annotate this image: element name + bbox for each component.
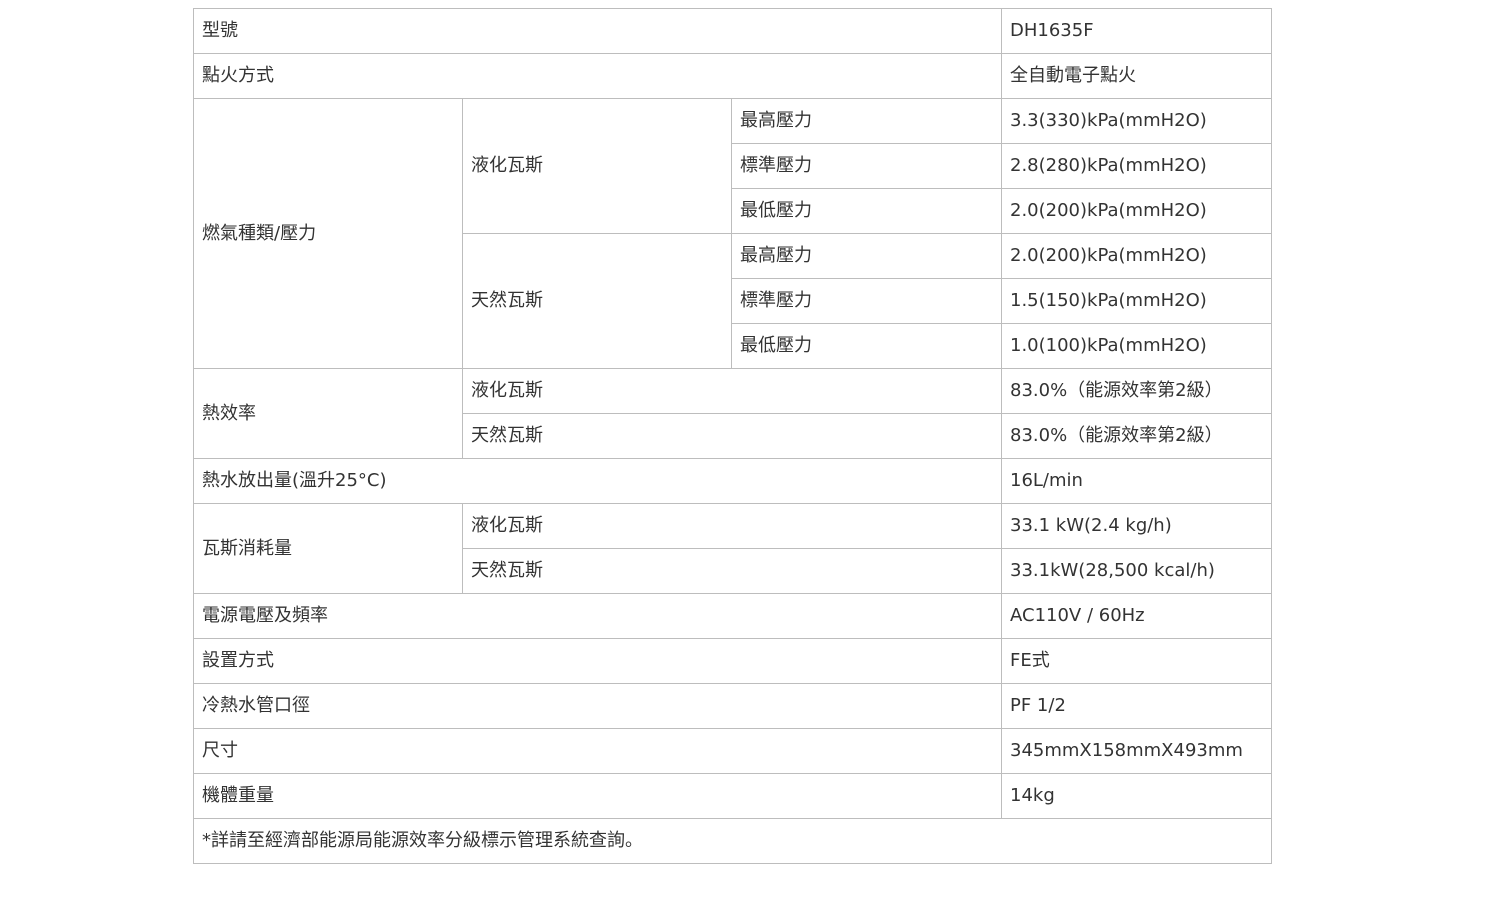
- ng-max-pressure-label: 最高壓力: [731, 233, 1002, 279]
- ng-min-pressure-value: 1.0(100)kPa(mmH2O): [1001, 323, 1272, 369]
- gas-pressure-label: 燃氣種類/壓力: [193, 98, 463, 369]
- table-row-dimensions: 尺寸 345mmX158mmX493mm: [193, 728, 1272, 774]
- lpg-max-pressure-label: 最高壓力: [731, 98, 1002, 144]
- table-row-note: *詳請至經濟部能源局能源效率分級標示管理系統查詢。: [193, 818, 1272, 864]
- installation-label: 設置方式: [193, 638, 1002, 684]
- ng-group-label: 天然瓦斯: [462, 233, 732, 369]
- gas-consumption-label: 瓦斯消耗量: [193, 503, 463, 594]
- gas-consumption-ng-value: 33.1kW(28,500 kcal/h): [1001, 548, 1272, 594]
- pipe-diameter-label: 冷熱水管口徑: [193, 683, 1002, 729]
- thermal-efficiency-label: 熱效率: [193, 368, 463, 459]
- power-label: 電源電壓及頻率: [193, 593, 1002, 639]
- installation-value: FE式: [1001, 638, 1272, 684]
- lpg-min-pressure-label: 最低壓力: [731, 188, 1002, 234]
- spec-table: 型號 DH1635F 點火方式 全自動電子點火 燃氣種類/壓力 液化瓦斯 最高壓…: [193, 8, 1272, 864]
- table-row-pipe-diameter: 冷熱水管口徑 PF 1/2: [193, 683, 1272, 729]
- power-value: AC110V / 60Hz: [1001, 593, 1272, 639]
- table-row-thermal-efficiency: 熱效率 液化瓦斯 83.0%（能源效率第2級）: [193, 368, 1272, 459]
- lpg-group-label: 液化瓦斯: [462, 98, 732, 234]
- weight-value: 14kg: [1001, 773, 1272, 819]
- lpg-std-pressure-label: 標準壓力: [731, 143, 1002, 189]
- model-label: 型號: [193, 8, 1002, 54]
- ng-std-pressure-label: 標準壓力: [731, 278, 1002, 324]
- table-row-power: 電源電壓及頻率 AC110V / 60Hz: [193, 593, 1272, 639]
- lpg-min-pressure-value: 2.0(200)kPa(mmH2O): [1001, 188, 1272, 234]
- table-row-gas-pressure: 燃氣種類/壓力 液化瓦斯 最高壓力 3.3(330)kPa(mmH2O): [193, 98, 1272, 369]
- table-row-installation: 設置方式 FE式: [193, 638, 1272, 684]
- thermal-efficiency-lpg-value: 83.0%（能源效率第2級）: [1001, 368, 1272, 414]
- ignition-value: 全自動電子點火: [1001, 53, 1272, 99]
- thermal-efficiency-ng-label: 天然瓦斯: [462, 413, 1002, 459]
- weight-label: 機體重量: [193, 773, 1002, 819]
- hot-water-output-label: 熱水放出量(溫升25°C): [193, 458, 1002, 504]
- table-row-weight: 機體重量 14kg: [193, 773, 1272, 819]
- hot-water-output-value: 16L/min: [1001, 458, 1272, 504]
- ng-max-pressure-value: 2.0(200)kPa(mmH2O): [1001, 233, 1272, 279]
- gas-consumption-ng-label: 天然瓦斯: [462, 548, 1002, 594]
- dimensions-label: 尺寸: [193, 728, 1002, 774]
- gas-consumption-lpg-value: 33.1 kW(2.4 kg/h): [1001, 503, 1272, 549]
- ng-std-pressure-value: 1.5(150)kPa(mmH2O): [1001, 278, 1272, 324]
- thermal-efficiency-ng-value: 83.0%（能源效率第2級）: [1001, 413, 1272, 459]
- ignition-label: 點火方式: [193, 53, 1002, 99]
- table-row-model: 型號 DH1635F: [193, 8, 1272, 54]
- footnote: *詳請至經濟部能源局能源效率分級標示管理系統查詢。: [193, 818, 1272, 864]
- table-row-gas-consumption: 瓦斯消耗量 液化瓦斯 33.1 kW(2.4 kg/h): [193, 503, 1272, 594]
- thermal-efficiency-lpg-label: 液化瓦斯: [462, 368, 1002, 414]
- dimensions-value: 345mmX158mmX493mm: [1001, 728, 1272, 774]
- lpg-max-pressure-value: 3.3(330)kPa(mmH2O): [1001, 98, 1272, 144]
- ng-min-pressure-label: 最低壓力: [731, 323, 1002, 369]
- lpg-std-pressure-value: 2.8(280)kPa(mmH2O): [1001, 143, 1272, 189]
- table-row-ignition: 點火方式 全自動電子點火: [193, 53, 1272, 99]
- gas-consumption-lpg-label: 液化瓦斯: [462, 503, 1002, 549]
- model-value: DH1635F: [1001, 8, 1272, 54]
- table-row-hot-water-output: 熱水放出量(溫升25°C) 16L/min: [193, 458, 1272, 504]
- pipe-diameter-value: PF 1/2: [1001, 683, 1272, 729]
